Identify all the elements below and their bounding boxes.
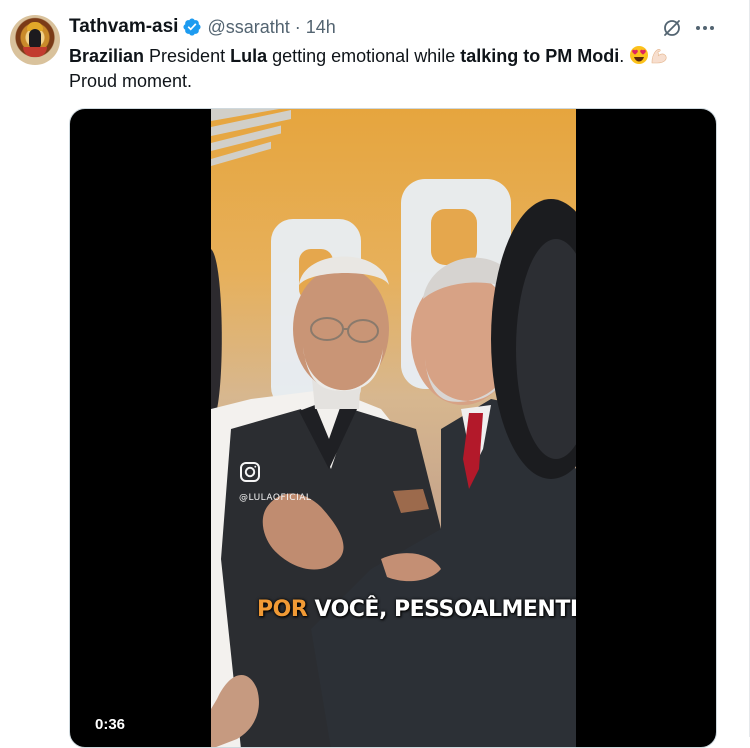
avatar-garland bbox=[23, 47, 47, 57]
instagram-watermark-text: @LULAOFICIAL bbox=[239, 493, 312, 503]
video-duration: 0:36 bbox=[90, 715, 131, 734]
verified-badge-icon[interactable] bbox=[182, 17, 202, 37]
heart-eyes-face-emoji bbox=[629, 45, 649, 65]
more-options-icon[interactable] bbox=[694, 17, 716, 39]
caption-rest: VOCÊ, PESSOALMENTE. bbox=[307, 597, 576, 622]
video-player[interactable]: @LULAOFICIAL POR VOCÊ, PESSOALMENTE. 0:3… bbox=[69, 108, 717, 748]
tweet-header: Tathvam-asi @ssaratht · 14h bbox=[69, 14, 336, 40]
flexed-biceps-emoji bbox=[649, 45, 669, 65]
tweet-text-line-1: Brazilian President Lula getting emotion… bbox=[69, 44, 729, 69]
video-caption: POR VOCÊ, PESSOALMENTE. bbox=[257, 597, 576, 622]
tweet-text-line-2: Proud moment. bbox=[69, 71, 193, 91]
instagram-icon bbox=[239, 461, 261, 483]
grok-icon[interactable] bbox=[661, 17, 683, 39]
text-period: . bbox=[619, 46, 630, 66]
text-getting-emotional: getting emotional while bbox=[267, 46, 461, 66]
text-bold-lula: Lula bbox=[230, 46, 268, 66]
text-bold-brazilian: Brazilian bbox=[69, 46, 145, 66]
user-handle[interactable]: @ssaratht bbox=[207, 17, 289, 38]
text-bold-talking-to-pm-modi: talking to PM Modi bbox=[460, 46, 620, 66]
tweet-text: Brazilian President Lula getting emotion… bbox=[69, 44, 729, 94]
separator-dot: · bbox=[294, 16, 301, 37]
video-frame[interactable]: @LULAOFICIAL POR VOCÊ, PESSOALMENTE. bbox=[211, 109, 576, 747]
avatar-face bbox=[29, 29, 41, 49]
caption-highlight-word: POR bbox=[257, 597, 308, 622]
tweet-article[interactable]: Tathvam-asi @ssaratht · 14h Brazilian Pr… bbox=[0, 0, 750, 748]
display-name[interactable]: Tathvam-asi bbox=[69, 16, 178, 38]
timestamp[interactable]: 14h bbox=[306, 17, 336, 38]
text-president: President bbox=[144, 46, 231, 66]
video-scene bbox=[211, 109, 576, 747]
avatar[interactable] bbox=[10, 15, 60, 65]
